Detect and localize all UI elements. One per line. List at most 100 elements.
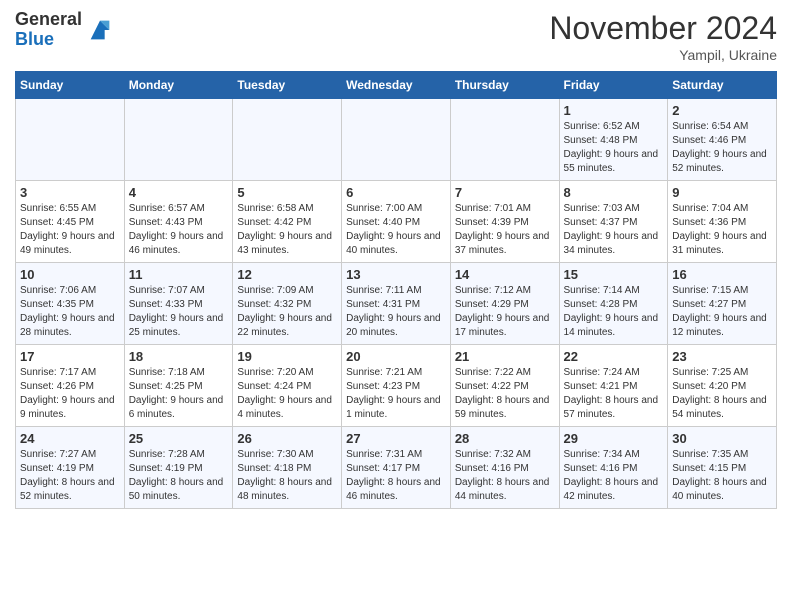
day-info: Sunrise: 7:32 AM Sunset: 4:16 PM Dayligh… bbox=[455, 448, 555, 504]
calendar-cell: 13 Sunrise: 7:11 AM Sunset: 4:31 PM Dayli… bbox=[342, 263, 451, 345]
day-info: Sunrise: 7:14 AM Sunset: 4:28 PM Dayligh… bbox=[564, 284, 664, 340]
day-info: Sunrise: 6:57 AM Sunset: 4:43 PM Dayligh… bbox=[129, 202, 229, 258]
calendar-cell: 25 Sunrise: 7:28 AM Sunset: 4:19 PM Dayli… bbox=[124, 427, 233, 509]
day-info: Sunrise: 7:03 AM Sunset: 4:37 PM Dayligh… bbox=[564, 202, 664, 258]
day-number: 14 bbox=[455, 267, 555, 282]
calendar-cell: 5 Sunrise: 6:58 AM Sunset: 4:42 PM Daylig… bbox=[233, 181, 342, 263]
calendar-cell: 2 Sunrise: 6:54 AM Sunset: 4:46 PM Daylig… bbox=[668, 99, 777, 181]
day-number: 15 bbox=[564, 267, 664, 282]
day-info: Sunrise: 7:07 AM Sunset: 4:33 PM Dayligh… bbox=[129, 284, 229, 340]
calendar-cell: 1 Sunrise: 6:52 AM Sunset: 4:48 PM Daylig… bbox=[559, 99, 668, 181]
logo-icon bbox=[86, 16, 114, 44]
day-number: 8 bbox=[564, 185, 664, 200]
calendar-body: 1 Sunrise: 6:52 AM Sunset: 4:48 PM Daylig… bbox=[16, 99, 777, 509]
calendar-cell: 16Sunrise: 7:15 AM Sunset: 4:27 PM Dayli… bbox=[668, 263, 777, 345]
day-info: Sunrise: 7:27 AM Sunset: 4:19 PM Dayligh… bbox=[20, 448, 120, 504]
calendar-cell bbox=[233, 99, 342, 181]
day-number: 23 bbox=[672, 349, 772, 364]
calendar-cell bbox=[342, 99, 451, 181]
calendar-cell: 9Sunrise: 7:04 AM Sunset: 4:36 PM Daylig… bbox=[668, 181, 777, 263]
day-number: 30 bbox=[672, 431, 772, 446]
logo-text: General Blue bbox=[15, 10, 82, 50]
day-number: 17 bbox=[20, 349, 120, 364]
calendar-table: Sunday Monday Tuesday Wednesday Thursday… bbox=[15, 71, 777, 509]
calendar-cell: 15 Sunrise: 7:14 AM Sunset: 4:28 PM Dayli… bbox=[559, 263, 668, 345]
day-info: Sunrise: 7:22 AM Sunset: 4:22 PM Dayligh… bbox=[455, 366, 555, 422]
day-info: Sunrise: 7:18 AM Sunset: 4:25 PM Dayligh… bbox=[129, 366, 229, 422]
calendar-cell: 17 Sunrise: 7:17 AM Sunset: 4:26 PM Dayli… bbox=[16, 345, 125, 427]
day-info: Sunrise: 7:30 AM Sunset: 4:18 PM Dayligh… bbox=[237, 448, 337, 504]
calendar-header-row: Sunday Monday Tuesday Wednesday Thursday… bbox=[16, 72, 777, 99]
day-info: Sunrise: 6:58 AM Sunset: 4:42 PM Dayligh… bbox=[237, 202, 337, 258]
day-number: 1 bbox=[564, 103, 664, 118]
day-info: Sunrise: 7:21 AM Sunset: 4:23 PM Dayligh… bbox=[346, 366, 446, 422]
day-number: 28 bbox=[455, 431, 555, 446]
day-number: 11 bbox=[129, 267, 229, 282]
day-info: Sunrise: 7:20 AM Sunset: 4:24 PM Dayligh… bbox=[237, 366, 337, 422]
page-header: General Blue November 2024 Yampil, Ukrai… bbox=[15, 10, 777, 63]
header-wednesday: Wednesday bbox=[342, 72, 451, 99]
calendar-week-0: 1 Sunrise: 6:52 AM Sunset: 4:48 PM Daylig… bbox=[16, 99, 777, 181]
calendar-cell: 26Sunrise: 7:30 AM Sunset: 4:18 PM Dayli… bbox=[233, 427, 342, 509]
calendar-cell: 11 Sunrise: 7:07 AM Sunset: 4:33 PM Dayli… bbox=[124, 263, 233, 345]
day-number: 4 bbox=[129, 185, 229, 200]
calendar-week-4: 24 Sunrise: 7:27 AM Sunset: 4:19 PM Dayli… bbox=[16, 427, 777, 509]
calendar-cell: 21Sunrise: 7:22 AM Sunset: 4:22 PM Dayli… bbox=[450, 345, 559, 427]
day-info: Sunrise: 7:31 AM Sunset: 4:17 PM Dayligh… bbox=[346, 448, 446, 504]
day-info: Sunrise: 7:09 AM Sunset: 4:32 PM Dayligh… bbox=[237, 284, 337, 340]
day-info: Sunrise: 6:55 AM Sunset: 4:45 PM Dayligh… bbox=[20, 202, 120, 258]
calendar-cell: 19 Sunrise: 7:20 AM Sunset: 4:24 PM Dayli… bbox=[233, 345, 342, 427]
calendar-cell: 4 Sunrise: 6:57 AM Sunset: 4:43 PM Daylig… bbox=[124, 181, 233, 263]
day-number: 2 bbox=[672, 103, 772, 118]
header-friday: Friday bbox=[559, 72, 668, 99]
calendar-cell: 22 Sunrise: 7:24 AM Sunset: 4:21 PM Dayli… bbox=[559, 345, 668, 427]
day-info: Sunrise: 7:06 AM Sunset: 4:35 PM Dayligh… bbox=[20, 284, 120, 340]
day-info: Sunrise: 7:25 AM Sunset: 4:20 PM Dayligh… bbox=[672, 366, 772, 422]
logo-general: General bbox=[15, 10, 82, 30]
calendar-cell: 6Sunrise: 7:00 AM Sunset: 4:40 PM Daylig… bbox=[342, 181, 451, 263]
day-number: 5 bbox=[237, 185, 337, 200]
day-number: 22 bbox=[564, 349, 664, 364]
logo: General Blue bbox=[15, 10, 114, 50]
title-block: November 2024 Yampil, Ukraine bbox=[549, 10, 777, 63]
calendar-cell: 20 Sunrise: 7:21 AM Sunset: 4:23 PM Dayli… bbox=[342, 345, 451, 427]
day-number: 13 bbox=[346, 267, 446, 282]
calendar-cell: 3 Sunrise: 6:55 AM Sunset: 4:45 PM Daylig… bbox=[16, 181, 125, 263]
day-number: 16 bbox=[672, 267, 772, 282]
calendar-cell: 28 Sunrise: 7:32 AM Sunset: 4:16 PM Dayli… bbox=[450, 427, 559, 509]
day-info: Sunrise: 6:52 AM Sunset: 4:48 PM Dayligh… bbox=[564, 120, 664, 176]
day-info: Sunrise: 7:04 AM Sunset: 4:36 PM Dayligh… bbox=[672, 202, 772, 258]
day-number: 29 bbox=[564, 431, 664, 446]
calendar-cell: 7 Sunrise: 7:01 AM Sunset: 4:39 PM Daylig… bbox=[450, 181, 559, 263]
calendar-week-2: 10Sunrise: 7:06 AM Sunset: 4:35 PM Dayli… bbox=[16, 263, 777, 345]
day-number: 19 bbox=[237, 349, 337, 364]
calendar-cell: 8 Sunrise: 7:03 AM Sunset: 4:37 PM Daylig… bbox=[559, 181, 668, 263]
day-number: 18 bbox=[129, 349, 229, 364]
day-number: 24 bbox=[20, 431, 120, 446]
calendar-cell: 10Sunrise: 7:06 AM Sunset: 4:35 PM Dayli… bbox=[16, 263, 125, 345]
calendar-cell bbox=[16, 99, 125, 181]
day-number: 7 bbox=[455, 185, 555, 200]
day-info: Sunrise: 7:35 AM Sunset: 4:15 PM Dayligh… bbox=[672, 448, 772, 504]
day-number: 20 bbox=[346, 349, 446, 364]
calendar-cell: 27 Sunrise: 7:31 AM Sunset: 4:17 PM Dayli… bbox=[342, 427, 451, 509]
calendar-cell: 18 Sunrise: 7:18 AM Sunset: 4:25 PM Dayli… bbox=[124, 345, 233, 427]
month-title: November 2024 bbox=[549, 10, 777, 47]
day-number: 27 bbox=[346, 431, 446, 446]
location: Yampil, Ukraine bbox=[549, 47, 777, 63]
day-info: Sunrise: 7:17 AM Sunset: 4:26 PM Dayligh… bbox=[20, 366, 120, 422]
day-number: 6 bbox=[346, 185, 446, 200]
day-info: Sunrise: 7:28 AM Sunset: 4:19 PM Dayligh… bbox=[129, 448, 229, 504]
day-number: 3 bbox=[20, 185, 120, 200]
calendar-week-1: 3 Sunrise: 6:55 AM Sunset: 4:45 PM Daylig… bbox=[16, 181, 777, 263]
page-container: General Blue November 2024 Yampil, Ukrai… bbox=[0, 0, 792, 519]
header-tuesday: Tuesday bbox=[233, 72, 342, 99]
day-info: Sunrise: 7:34 AM Sunset: 4:16 PM Dayligh… bbox=[564, 448, 664, 504]
day-number: 12 bbox=[237, 267, 337, 282]
day-info: Sunrise: 7:24 AM Sunset: 4:21 PM Dayligh… bbox=[564, 366, 664, 422]
day-info: Sunrise: 6:54 AM Sunset: 4:46 PM Dayligh… bbox=[672, 120, 772, 176]
day-info: Sunrise: 7:01 AM Sunset: 4:39 PM Dayligh… bbox=[455, 202, 555, 258]
calendar-cell bbox=[450, 99, 559, 181]
day-number: 25 bbox=[129, 431, 229, 446]
day-info: Sunrise: 7:11 AM Sunset: 4:31 PM Dayligh… bbox=[346, 284, 446, 340]
